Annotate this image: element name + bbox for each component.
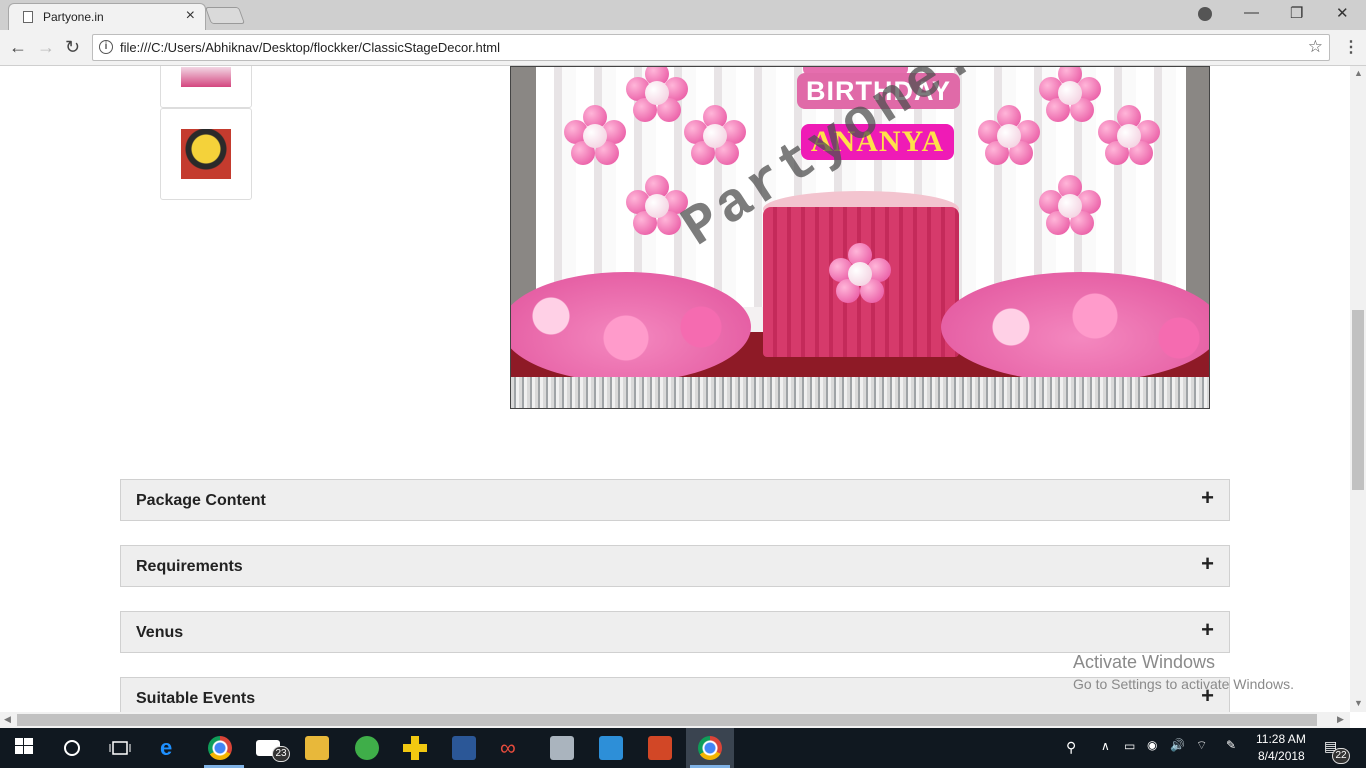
- thumbnail-image: [181, 67, 231, 87]
- balloon-flower: [684, 105, 746, 167]
- clock-time[interactable]: 11:28 AM: [1256, 732, 1306, 746]
- thumbnail-image: [181, 129, 231, 179]
- accordion-suitable-events[interactable]: Suitable Events +: [120, 677, 1230, 712]
- infinity-app-icon[interactable]: ∞: [500, 736, 524, 760]
- tab-close-icon[interactable]: ×: [186, 7, 195, 25]
- balloon-flower: [829, 243, 891, 305]
- balloon-pile-left: [511, 272, 751, 382]
- expand-plus-icon[interactable]: +: [1201, 485, 1214, 511]
- pen-icon[interactable]: ✎: [1226, 738, 1236, 752]
- chrome-active-icon[interactable]: [698, 736, 722, 760]
- file-explorer-icon[interactable]: [305, 736, 329, 760]
- balloon-flower: [626, 67, 688, 124]
- browser-tab[interactable]: Partyone.in ×: [8, 3, 206, 30]
- bookmark-star-icon[interactable]: ☆: [1308, 37, 1323, 57]
- maximize-button[interactable]: ❐: [1290, 4, 1303, 22]
- cortana-search-icon[interactable]: [62, 736, 86, 760]
- minimize-button[interactable]: —: [1244, 4, 1259, 21]
- app-green-icon[interactable]: [355, 736, 379, 760]
- balloon-flower: [564, 105, 626, 167]
- balloon-flower: [1098, 105, 1160, 167]
- forward-button[interactable]: →: [37, 37, 55, 58]
- app-plus-icon[interactable]: [403, 736, 427, 760]
- back-button[interactable]: ←: [9, 37, 27, 58]
- volume-icon[interactable]: 🔊: [1170, 738, 1185, 752]
- notification-count-badge: 22: [1332, 748, 1350, 764]
- stage-skirt: [511, 377, 1209, 408]
- scroll-left-icon[interactable]: ◀: [4, 714, 11, 725]
- windows-taskbar: e 23 ∞ ⚲ ∧ ▭ ◉ 🔊 ⌔ ✎ 11:28 AM 8/4/2018 ▤…: [0, 728, 1366, 768]
- vertical-scroll-thumb[interactable]: [1352, 310, 1364, 490]
- accordion-requirements[interactable]: Requirements +: [120, 545, 1230, 587]
- gallery-thumbnail[interactable]: [160, 66, 252, 108]
- show-hidden-icons-chevron[interactable]: ∧: [1101, 739, 1110, 753]
- activate-windows-subtitle: Go to Settings to activate Windows.: [1073, 676, 1294, 692]
- url-text[interactable]: file:///C:/Users/Abhiknav/Desktop/flockk…: [120, 40, 500, 55]
- app-window-icon[interactable]: [550, 736, 574, 760]
- task-view-icon[interactable]: [109, 736, 133, 760]
- info-icon[interactable]: i: [99, 40, 113, 54]
- browser-toolbar: ← → ↻ i file:///C:/Users/Abhiknav/Deskto…: [0, 30, 1366, 66]
- scroll-up-icon[interactable]: ▲: [1354, 68, 1363, 78]
- profile-icon[interactable]: [1198, 7, 1212, 21]
- edge-browser-icon[interactable]: e: [160, 736, 184, 760]
- powerpoint-icon[interactable]: [648, 736, 672, 760]
- expand-plus-icon[interactable]: +: [1201, 551, 1214, 577]
- accordion-label: Requirements: [136, 558, 243, 575]
- start-windows-icon[interactable]: [14, 736, 38, 760]
- horizontal-scroll-thumb[interactable]: [17, 714, 1317, 726]
- battery-icon[interactable]: ▭: [1124, 739, 1135, 753]
- page-icon: [23, 11, 33, 23]
- tab-title: Partyone.in: [43, 10, 104, 24]
- browser-menu-icon[interactable]: ⋮: [1343, 37, 1359, 57]
- app-tray-icon[interactable]: ◉: [1147, 738, 1157, 752]
- wifi-icon[interactable]: ⌔: [1196, 738, 1207, 753]
- tab-strip: Partyone.in × — ❐ ✕: [0, 0, 1366, 30]
- scroll-right-icon[interactable]: ▶: [1337, 714, 1344, 725]
- clock-date[interactable]: 8/4/2018: [1258, 749, 1305, 763]
- activate-windows-title: Activate Windows: [1073, 652, 1216, 672]
- reload-button[interactable]: ↻: [65, 37, 80, 58]
- accordion-label: Package Content: [136, 492, 266, 509]
- vertical-scrollbar[interactable]: ▲ ▼: [1350, 66, 1366, 712]
- expand-plus-icon[interactable]: +: [1201, 617, 1214, 643]
- product-main-image: BIRTHDAY ANANYA Partyone.in: [510, 66, 1210, 409]
- balloon-flower: [1039, 175, 1101, 237]
- horizontal-scrollbar[interactable]: ◀ ▶: [0, 712, 1350, 728]
- balloon-flower: [1039, 67, 1101, 124]
- accordion-label: Suitable Events: [136, 690, 256, 707]
- address-bar[interactable]: i file:///C:/Users/Abhiknav/Desktop/floc…: [92, 34, 1330, 61]
- scroll-down-icon[interactable]: ▼: [1354, 698, 1363, 708]
- app-blue-icon[interactable]: [599, 736, 623, 760]
- page-viewport: BIRTHDAY ANANYA Partyone.in Package Cont…: [0, 66, 1350, 712]
- mail-count-badge: 23: [272, 746, 290, 762]
- word-icon[interactable]: [452, 736, 476, 760]
- accordion-venus[interactable]: Venus +: [120, 611, 1230, 653]
- gallery-thumbnail[interactable]: [160, 108, 252, 200]
- accordion-package-content[interactable]: Package Content +: [120, 479, 1230, 521]
- balloon-flower: [978, 105, 1040, 167]
- chrome-icon[interactable]: [208, 736, 232, 760]
- close-window-button[interactable]: ✕: [1336, 4, 1349, 22]
- new-tab-button[interactable]: [204, 7, 246, 24]
- balloon-pile-right: [941, 272, 1209, 382]
- accordion-label: Venus: [136, 624, 184, 641]
- people-icon[interactable]: ⚲: [1066, 739, 1076, 756]
